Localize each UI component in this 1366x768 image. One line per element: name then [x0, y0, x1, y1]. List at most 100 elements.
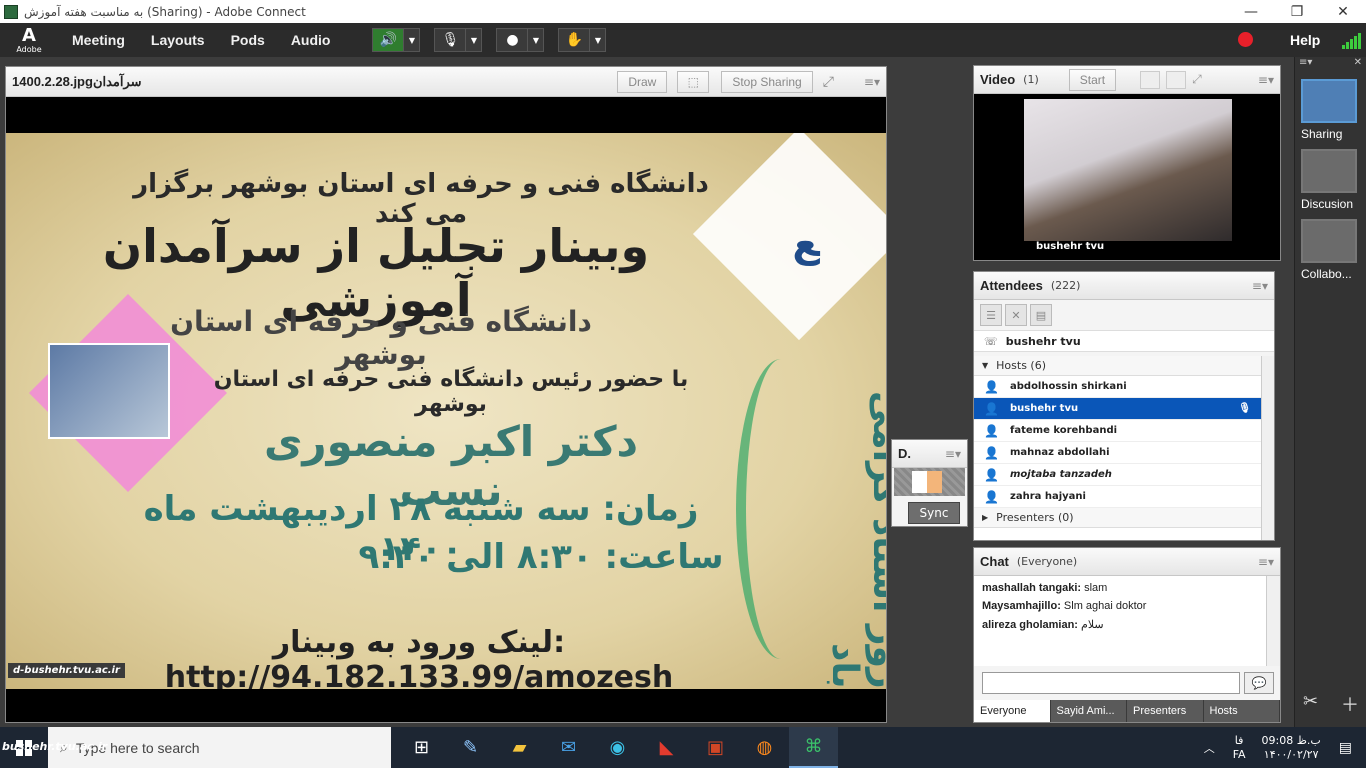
microphone-icon: 🎙 [1238, 403, 1251, 414]
attendees-title: Attendees [980, 278, 1043, 293]
slide-line-3: دانشگاه فنی و حرفه ای استان بوشهر [170, 305, 592, 371]
host-user-icon: 👤 [984, 423, 999, 438]
my-status-row[interactable]: ☏ bushehr tvu [974, 330, 1274, 352]
chat-text: Slm aghai doktor [1063, 600, 1147, 612]
attendee-list-scrollbar[interactable] [1261, 356, 1274, 540]
minimize-button[interactable]: — [1228, 0, 1274, 23]
maximize-button[interactable]: ❐ [1274, 0, 1320, 23]
webcam-control[interactable]: ● ▼ [496, 28, 545, 52]
presenters-group[interactable]: ▶ Presenters (0) [974, 508, 1261, 528]
attendee-row-selected[interactable]: 👤 bushehr tvu 🎙 [974, 398, 1261, 420]
pod-menu-icon[interactable]: ≡▾ [945, 447, 961, 461]
meeting-stage: 1400.2.28.jpgسرآمدان Draw ⬚ Stop Sharing… [0, 57, 1294, 727]
layouts-rail: ≡▾ ✕ Sharing Discusion Collabo... ✂ ＋ [1294, 57, 1366, 727]
speaker-control[interactable]: 🔊 ▼ [372, 28, 421, 52]
language-indicator[interactable]: فا FA [1233, 734, 1246, 762]
layout-collaboration[interactable]: Collabo... [1301, 219, 1357, 281]
add-layout-icon[interactable]: ＋ [1341, 691, 1359, 717]
menu-bar: A Adobe Meeting Layouts Pods Audio 🔊 ▼ 🎙 ▼… [0, 23, 1366, 57]
taskbar-clock[interactable]: 09:08 ب.ظ ۱۴۰۰/۰۲/۲۷ [1262, 734, 1321, 762]
draw-button[interactable]: Draw [617, 70, 668, 93]
layout-thumbnail [1301, 219, 1357, 263]
mail-icon[interactable]: ✉ [544, 727, 593, 768]
menu-help[interactable]: Help [1290, 32, 1320, 48]
menu-audio[interactable]: Audio [291, 32, 331, 48]
layouts-menu-icon[interactable]: ≡▾ [1299, 57, 1312, 71]
chat-input[interactable] [982, 672, 1240, 694]
speaker-icon[interactable]: 🔊 [373, 29, 404, 51]
adobe-connect-taskbar-icon[interactable]: ⌘ [789, 727, 838, 768]
microphone-control[interactable]: 🎙 ▼ [434, 28, 483, 52]
sync-button[interactable]: Sync [908, 502, 960, 524]
pod-menu-icon[interactable]: ≡▾ [1258, 73, 1274, 87]
chat-tab-everyone[interactable]: Everyone [974, 700, 1051, 722]
menu-layouts[interactable]: Layouts [151, 32, 205, 48]
stop-sharing-button[interactable]: Stop Sharing [721, 70, 813, 93]
attendee-row[interactable]: 👤 mojtaba tanzadeh [974, 464, 1261, 486]
control-panel-icon[interactable]: ✎ [446, 727, 495, 768]
chat-tab-private[interactable]: Sayid Ami... [1050, 700, 1127, 722]
attendee-row[interactable]: 👤 zahra hajyani [974, 486, 1261, 508]
file-explorer-icon[interactable]: ▰ [495, 727, 544, 768]
fullscreen-icon[interactable]: ⤢ [823, 74, 834, 90]
show-hidden-icons-chevron-icon[interactable]: ︿ [1204, 740, 1215, 756]
collapse-arrow-icon[interactable]: ▶ [982, 513, 988, 522]
grid-view-icon[interactable] [1140, 70, 1161, 89]
attendee-row[interactable]: 👤 mahnaz abdollahi [974, 442, 1261, 464]
hosts-group[interactable]: ▼ Hosts (6) [974, 356, 1261, 376]
pod-menu-icon[interactable]: ≡▾ [864, 75, 880, 89]
chevron-down-icon[interactable]: ▼ [465, 29, 481, 51]
webcam-feed [1024, 99, 1232, 241]
firefox-icon[interactable]: ◍ [740, 727, 789, 768]
layout-label: Sharing [1301, 127, 1343, 141]
chat-scope: (Everyone) [1016, 555, 1078, 568]
chevron-down-icon[interactable]: ▼ [589, 29, 605, 51]
slide-time: ساعت: ۸:۳۰ الی ۹:۳۰ [358, 537, 724, 577]
chat-tab-hosts[interactable]: Hosts [1203, 700, 1280, 722]
shared-slide-image: ﻊ دانشگاه فنی و حرفه ای استان بوشهر برگز… [6, 133, 886, 689]
notifications-icon[interactable]: ▤ [1339, 740, 1352, 756]
powerpoint-icon[interactable]: ▣ [691, 727, 740, 768]
send-message-icon[interactable]: 💬 [1244, 672, 1274, 694]
attendee-name: bushehr tvu [1010, 403, 1079, 414]
pod-menu-icon[interactable]: ≡▾ [1258, 555, 1274, 569]
raise-hand-icon[interactable]: ✋ [559, 29, 589, 51]
chat-scrollbar[interactable] [1266, 576, 1280, 666]
chevron-down-icon[interactable]: ▼ [403, 29, 419, 51]
user-status-icon[interactable]: ▤ [1030, 304, 1052, 326]
list-view-icon[interactable]: ☰ [980, 304, 1002, 326]
chat-tab-presenters[interactable]: Presenters [1127, 700, 1204, 722]
layout-sharing[interactable]: Sharing [1301, 79, 1357, 141]
menu-pods[interactable]: Pods [231, 32, 265, 48]
phone-icon: ☏ [984, 334, 998, 348]
pod-menu-icon[interactable]: ≡▾ [1252, 279, 1268, 293]
record-indicator-icon[interactable] [1238, 32, 1253, 47]
webcam-icon[interactable]: ● [497, 29, 527, 51]
edge-browser-icon[interactable]: ◉ [593, 727, 642, 768]
fullscreen-icon[interactable]: ⤢ [1192, 72, 1202, 87]
breakout-icon[interactable]: ✕ [1005, 304, 1027, 326]
close-window-button[interactable]: ✕ [1320, 0, 1366, 23]
close-rail-icon[interactable]: ✕ [1354, 57, 1362, 71]
attendee-row[interactable]: 👤 abdolhossin shirkani [974, 376, 1261, 398]
layout-discussion[interactable]: Discusion [1301, 149, 1357, 211]
host-user-icon: 👤 [984, 467, 999, 482]
task-view-icon[interactable]: ⊞ [397, 727, 446, 768]
video-count: (1) [1023, 73, 1039, 86]
menu-meeting[interactable]: Meeting [72, 32, 125, 48]
chevron-down-icon[interactable]: ▼ [527, 29, 543, 51]
raise-hand-control[interactable]: ✋ ▼ [558, 28, 607, 52]
layout-label: Collabo... [1301, 267, 1352, 281]
start-video-button[interactable]: Start [1068, 68, 1117, 91]
video-pod: Video (1) Start ⤢ ≡▾ bushehr tvu [973, 65, 1281, 261]
tools-icon[interactable]: ✂ [1303, 691, 1318, 717]
microphone-icon[interactable]: 🎙 [435, 29, 465, 51]
attendee-count: (222) [1050, 279, 1081, 292]
acrobat-icon[interactable]: ◣ [642, 727, 691, 768]
eraser-icon[interactable]: ⬚ [677, 70, 710, 93]
expand-arrow-icon[interactable]: ▼ [982, 361, 988, 370]
shared-file-name: 1400.2.28.jpgسرآمدان [12, 73, 142, 89]
host-user-icon: 👤 [984, 489, 999, 504]
attendee-row[interactable]: 👤 fateme korehbandi [974, 420, 1261, 442]
filmstrip-view-icon[interactable] [1166, 70, 1187, 89]
